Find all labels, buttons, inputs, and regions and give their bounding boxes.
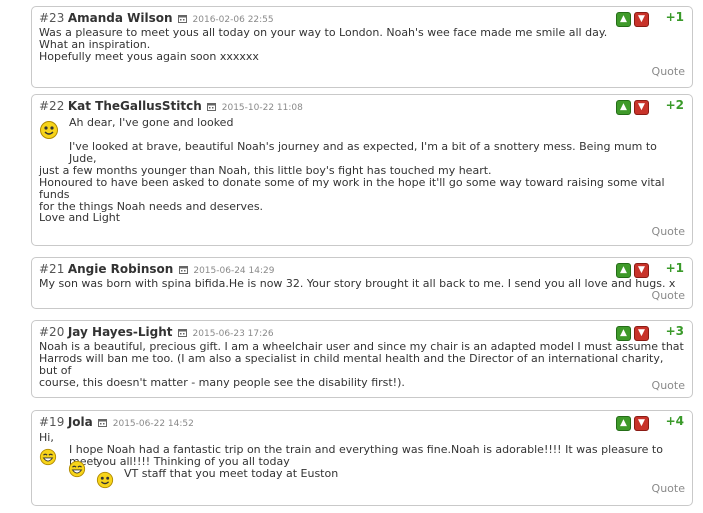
comment-body: Love and Light bbox=[39, 212, 684, 224]
comment-number: #21 bbox=[39, 262, 65, 276]
vote-up-icon[interactable]: ▲ bbox=[616, 416, 631, 431]
vote-down-icon[interactable]: ▼ bbox=[634, 263, 649, 278]
vote-up-icon[interactable]: ▲ bbox=[616, 100, 631, 115]
comment-line: course, this doesn't matter - many peopl… bbox=[39, 376, 405, 389]
comment-21: #21 Angie Robinson 2015-06-24 14:29 ▲ ▼ +… bbox=[31, 257, 693, 309]
vote-buttons: ▲ ▼ bbox=[616, 12, 652, 27]
smiley-icon bbox=[96, 471, 114, 489]
vote-buttons: ▲ ▼ bbox=[616, 416, 652, 431]
comment-line: VT staff that you meet today at Euston bbox=[124, 467, 339, 480]
comment-22: #22 Kat TheGallusStitch 2015-10-22 11:08… bbox=[31, 94, 693, 246]
comment-date: 2015-10-22 11:08 bbox=[221, 103, 303, 113]
comment-body: I've looked at brave, beautiful Noah's j… bbox=[39, 141, 684, 177]
comment-author: Jay Hayes-Light bbox=[67, 325, 173, 339]
comment-author: Kat TheGallusStitch bbox=[67, 99, 202, 113]
comment-number: #20 bbox=[39, 325, 65, 339]
quote-link[interactable]: Quote bbox=[652, 65, 685, 78]
grin-smiley-icon bbox=[68, 460, 86, 478]
comment-author: Jola bbox=[67, 415, 93, 429]
comment-line: Harrods will ban me too. (I am also a sp… bbox=[39, 352, 664, 377]
vote-up-icon[interactable]: ▲ bbox=[616, 12, 631, 27]
comment-number: #23 bbox=[39, 11, 65, 25]
comment-line: Ah dear, I've gone and looked bbox=[69, 116, 234, 129]
calendar-icon bbox=[178, 15, 188, 23]
calendar-icon bbox=[178, 266, 188, 274]
comment-body: Honoured to have been asked to donate so… bbox=[39, 177, 684, 213]
comment-body: My son was born with spina bifida.He is … bbox=[39, 278, 684, 290]
vote-down-icon[interactable]: ▼ bbox=[634, 100, 649, 115]
comment-body: VT staff that you meet today at Euston bbox=[124, 468, 684, 480]
comment-date: 2015-06-23 17:26 bbox=[192, 329, 274, 339]
comment-line: Honoured to have been asked to donate so… bbox=[39, 176, 665, 201]
vote-buttons: ▲ ▼ bbox=[616, 263, 652, 278]
comment-body: Was a pleasure to meet yous all today on… bbox=[39, 27, 684, 63]
comment-line: My son was born with spina bifida.He is … bbox=[39, 277, 676, 290]
comment-author: Angie Robinson bbox=[67, 262, 174, 276]
comment-score: +4 bbox=[665, 414, 684, 428]
smiley-icon bbox=[40, 121, 58, 139]
vote-buttons: ▲ ▼ bbox=[616, 100, 652, 115]
quote-link[interactable]: Quote bbox=[652, 225, 685, 238]
quote-link[interactable]: Quote bbox=[652, 379, 685, 392]
comment-23: #23 Amanda Wilson 2016-02-06 22:55 ▲ ▼ +1… bbox=[31, 6, 693, 88]
comment-number: #19 bbox=[39, 415, 65, 429]
calendar-icon bbox=[98, 419, 108, 427]
vote-up-icon[interactable]: ▲ bbox=[616, 326, 631, 341]
comment-header: #22 Kat TheGallusStitch 2015-10-22 11:08 bbox=[39, 99, 303, 116]
comment-score: +3 bbox=[665, 324, 684, 338]
comment-author: Amanda Wilson bbox=[67, 11, 173, 25]
calendar-icon bbox=[207, 103, 217, 111]
comment-body: Noah is a beautiful, precious gift. I am… bbox=[39, 341, 684, 389]
quote-link[interactable]: Quote bbox=[652, 289, 685, 302]
comment-date: 2016-02-06 22:55 bbox=[192, 15, 274, 25]
comment-line: I've looked at brave, beautiful Noah's j… bbox=[69, 140, 657, 165]
comment-19: #19 Jola 2015-06-22 14:52 ▲ ▼ +4 Hi, I ho… bbox=[31, 410, 693, 506]
comment-20: #20 Jay Hayes-Light 2015-06-23 17:26 ▲ ▼ … bbox=[31, 320, 693, 398]
vote-up-icon[interactable]: ▲ bbox=[616, 263, 631, 278]
grin-smiley-icon bbox=[39, 448, 57, 466]
comment-score: +1 bbox=[665, 10, 684, 24]
comment-number: #22 bbox=[39, 99, 65, 113]
comment-score: +1 bbox=[665, 261, 684, 275]
quote-link[interactable]: Quote bbox=[652, 482, 685, 495]
comment-line: Love and Light bbox=[39, 211, 121, 224]
comment-date: 2015-06-24 14:29 bbox=[193, 266, 275, 276]
vote-down-icon[interactable]: ▼ bbox=[634, 12, 649, 27]
comment-score: +2 bbox=[665, 98, 684, 112]
vote-buttons: ▲ ▼ bbox=[616, 326, 652, 341]
vote-down-icon[interactable]: ▼ bbox=[634, 416, 649, 431]
comment-body: Ah dear, I've gone and looked bbox=[69, 117, 684, 129]
comment-header: #19 Jola 2015-06-22 14:52 bbox=[39, 415, 194, 432]
comment-date: 2015-06-22 14:52 bbox=[112, 419, 194, 429]
vote-down-icon[interactable]: ▼ bbox=[634, 326, 649, 341]
comment-line: Hopefully meet yous again soon xxxxxx bbox=[39, 50, 259, 63]
calendar-icon bbox=[178, 329, 188, 337]
